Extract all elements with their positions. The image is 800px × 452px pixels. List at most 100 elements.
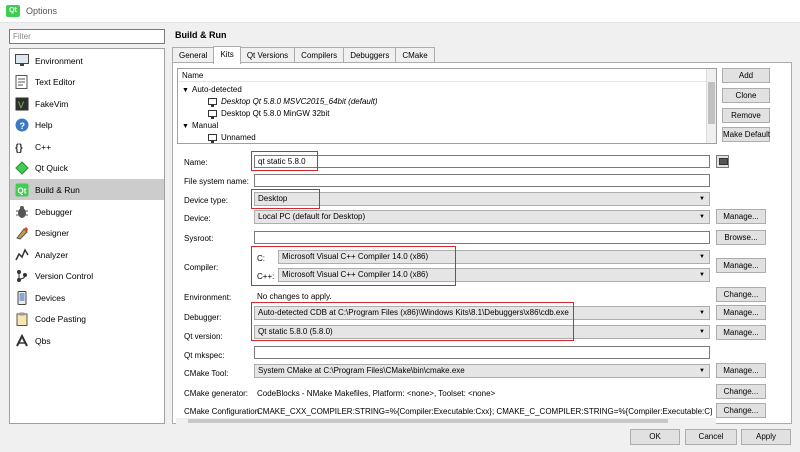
compiler-manage-button[interactable]: Manage... (716, 258, 766, 273)
section-title: Build & Run (175, 30, 227, 40)
tab-bar: General Kits Qt Versions Compilers Debug… (172, 46, 435, 64)
qbs-icon (14, 333, 30, 349)
name-field[interactable]: qt static 5.8.0 (254, 155, 710, 168)
chevron-down-icon: ▼ (699, 196, 705, 202)
tab-general[interactable]: General (172, 47, 215, 63)
manual-group[interactable]: ▼ Manual (182, 120, 218, 131)
debugger-label: Debugger: (184, 313, 222, 322)
device-manage-button[interactable]: Manage... (716, 209, 766, 224)
analyzer-icon (14, 247, 30, 263)
cpp-icon: {} (14, 139, 30, 155)
sysroot-label: Sysroot: (184, 234, 214, 243)
text-editor-icon (14, 74, 30, 90)
device-type-label: Device type: (184, 196, 229, 205)
category-environment[interactable]: Environment (10, 50, 164, 71)
fs-name-field[interactable] (254, 174, 710, 187)
window-title: Options (26, 6, 58, 16)
cmake-generator-value: CodeBlocks - NMake Makefiles, Platform: … (257, 389, 496, 398)
cmake-tool-select[interactable]: System CMake at C:\Program Files\CMake\b… (254, 364, 710, 378)
monitor-icon (208, 134, 217, 143)
qt-version-manage-button[interactable]: Manage... (716, 325, 766, 340)
tab-compilers[interactable]: Compilers (294, 47, 345, 63)
compiler-label: Compiler: (184, 263, 219, 272)
environment-value: No changes to apply. (257, 292, 332, 301)
sysroot-field[interactable] (254, 231, 710, 244)
chevron-down-icon: ▼ (699, 368, 705, 374)
c-compiler-select[interactable]: Microsoft Visual C++ Compiler 14.0 (x86)… (278, 250, 710, 264)
cmake-generator-label: CMake generator: (184, 389, 249, 398)
tab-qt-versions[interactable]: Qt Versions (239, 47, 296, 63)
tab-kits[interactable]: Kits (213, 46, 241, 64)
category-designer[interactable]: Designer (10, 222, 164, 243)
category-analyzer[interactable]: Analyzer (10, 244, 164, 265)
chevron-down-icon: ▼ (182, 123, 189, 130)
kits-column-header: Name (178, 69, 716, 82)
category-code-pasting[interactable]: Code Pasting (10, 308, 164, 329)
chevron-down-icon: ▼ (699, 254, 705, 260)
remove-kit-button[interactable]: Remove (722, 108, 770, 123)
category-list: Environment Text Editor V FakeVim ? Help… (9, 48, 165, 424)
cmake-config-label: CMake Configuration (184, 407, 260, 416)
environment-change-button[interactable]: Change... (716, 287, 766, 302)
fakevim-icon: V (14, 96, 30, 112)
device-select[interactable]: Local PC (default for Desktop) ▼ (254, 210, 710, 224)
kit-icon-picker-button[interactable] (716, 155, 729, 168)
cancel-button[interactable]: Cancel (685, 429, 737, 445)
category-build-run[interactable]: Qt Build & Run (10, 179, 164, 200)
chevron-down-icon: ▼ (699, 214, 705, 220)
form-horizontal-scrollbar[interactable] (176, 418, 716, 424)
apply-button[interactable]: Apply (741, 429, 791, 445)
cmake-config-value: CMAKE_CXX_COMPILER:STRING=%{Compiler:Exe… (257, 407, 712, 416)
category-debugger[interactable]: Debugger (10, 201, 164, 222)
add-kit-button[interactable]: Add (722, 68, 770, 83)
environment-label: Environment: (184, 293, 232, 302)
scrollbar-thumb[interactable] (708, 82, 715, 124)
cmake-tool-manage-button[interactable]: Manage... (716, 363, 766, 378)
qt-mkspec-label: Qt mkspec: (184, 351, 225, 360)
make-default-button[interactable]: Make Default (722, 127, 770, 142)
category-fakevim[interactable]: V FakeVim (10, 93, 164, 114)
qt-mkspec-field[interactable] (254, 346, 710, 359)
auto-detected-group[interactable]: ▼ Auto-detected (182, 84, 242, 95)
category-cpp[interactable]: {} C++ (10, 136, 164, 157)
category-text-editor[interactable]: Text Editor (10, 71, 164, 92)
category-qbs[interactable]: Qbs (10, 330, 164, 351)
svg-text:V: V (18, 100, 24, 110)
kit-item-selected[interactable]: Unnamed (208, 132, 256, 143)
qt-logo-icon: Qt (6, 5, 20, 17)
designer-icon (14, 225, 30, 241)
category-version-control[interactable]: Version Control (10, 265, 164, 286)
cmake-generator-change-button[interactable]: Change... (716, 384, 766, 399)
debugger-manage-button[interactable]: Manage... (716, 305, 766, 320)
category-devices[interactable]: Devices (10, 287, 164, 308)
tab-debuggers[interactable]: Debuggers (343, 47, 397, 63)
sysroot-browse-button[interactable]: Browse... (716, 230, 766, 245)
category-help[interactable]: ? Help (10, 114, 164, 135)
monitor-icon (208, 98, 217, 107)
chevron-down-icon: ▼ (699, 310, 705, 316)
cpp-compiler-select[interactable]: Microsoft Visual C++ Compiler 14.0 (x86)… (278, 268, 710, 282)
cmake-config-change-button[interactable]: Change... (716, 403, 766, 418)
device-label: Device: (184, 214, 211, 223)
kit-item[interactable]: Desktop Qt 5.8.0 MSVC2015_64bit (default… (208, 96, 378, 107)
kit-item[interactable]: Desktop Qt 5.8.0 MinGW 32bit (208, 108, 330, 119)
qt-version-select[interactable]: Qt static 5.8.0 (5.8.0) ▼ (254, 325, 710, 339)
debugger-select[interactable]: Auto-detected CDB at C:\Program Files (x… (254, 306, 710, 320)
device-type-select[interactable]: Desktop ▼ (254, 192, 710, 206)
svg-text:?: ? (20, 121, 26, 131)
category-qt-quick[interactable]: Qt Quick (10, 157, 164, 178)
kits-tree[interactable]: Name ▼ Auto-detected Desktop Qt 5.8.0 MSV… (177, 68, 717, 144)
ok-button[interactable]: OK (630, 429, 680, 445)
cpp-compiler-label: C++: (257, 272, 275, 281)
clone-kit-button[interactable]: Clone (722, 88, 770, 103)
chevron-down-icon: ▼ (699, 272, 705, 278)
cmake-tool-label: CMake Tool: (184, 369, 229, 378)
filter-input[interactable] (9, 29, 165, 44)
tab-cmake[interactable]: CMake (395, 47, 435, 63)
svg-text:{}: {} (15, 143, 23, 154)
title-bar: Qt Options (0, 0, 800, 23)
debugger-icon (14, 204, 30, 220)
scrollbar-thumb[interactable] (188, 419, 668, 423)
version-control-icon (14, 268, 30, 284)
kits-scrollbar[interactable] (706, 69, 716, 143)
